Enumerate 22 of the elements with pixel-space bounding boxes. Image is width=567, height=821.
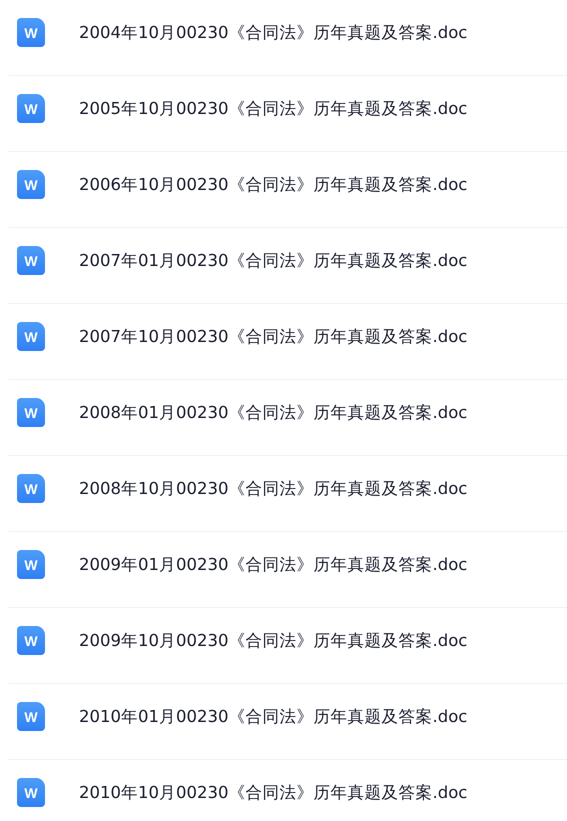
file-name[interactable]: 2010年01月00230《合同法》历年真题及答案.doc: [79, 706, 468, 728]
word-document-icon: W: [17, 246, 45, 275]
file-name[interactable]: 2009年10月00230《合同法》历年真题及答案.doc: [79, 630, 468, 652]
file-name[interactable]: 2008年10月00230《合同法》历年真题及答案.doc: [79, 478, 468, 500]
word-document-icon: W: [17, 170, 45, 199]
word-document-icon: W: [17, 778, 45, 807]
word-document-icon: W: [17, 398, 45, 427]
file-name[interactable]: 2007年01月00230《合同法》历年真题及答案.doc: [79, 250, 468, 272]
file-name[interactable]: 2004年10月00230《合同法》历年真题及答案.doc: [79, 22, 468, 44]
file-name[interactable]: 2010年10月00230《合同法》历年真题及答案.doc: [79, 782, 468, 804]
file-name[interactable]: 2007年10月00230《合同法》历年真题及答案.doc: [79, 326, 468, 348]
word-document-icon: W: [17, 626, 45, 655]
word-document-icon: W: [17, 18, 45, 47]
file-name[interactable]: 2005年10月00230《合同法》历年真题及答案.doc: [79, 98, 468, 120]
file-name[interactable]: 2009年01月00230《合同法》历年真题及答案.doc: [79, 554, 468, 576]
word-document-icon: W: [17, 94, 45, 123]
word-document-icon: W: [17, 322, 45, 351]
word-document-icon: W: [17, 702, 45, 731]
file-name[interactable]: 2006年10月00230《合同法》历年真题及答案.doc: [79, 174, 468, 196]
file-name[interactable]: 2008年01月00230《合同法》历年真题及答案.doc: [79, 402, 468, 424]
word-document-icon: W: [17, 550, 45, 579]
word-document-icon: W: [17, 474, 45, 503]
